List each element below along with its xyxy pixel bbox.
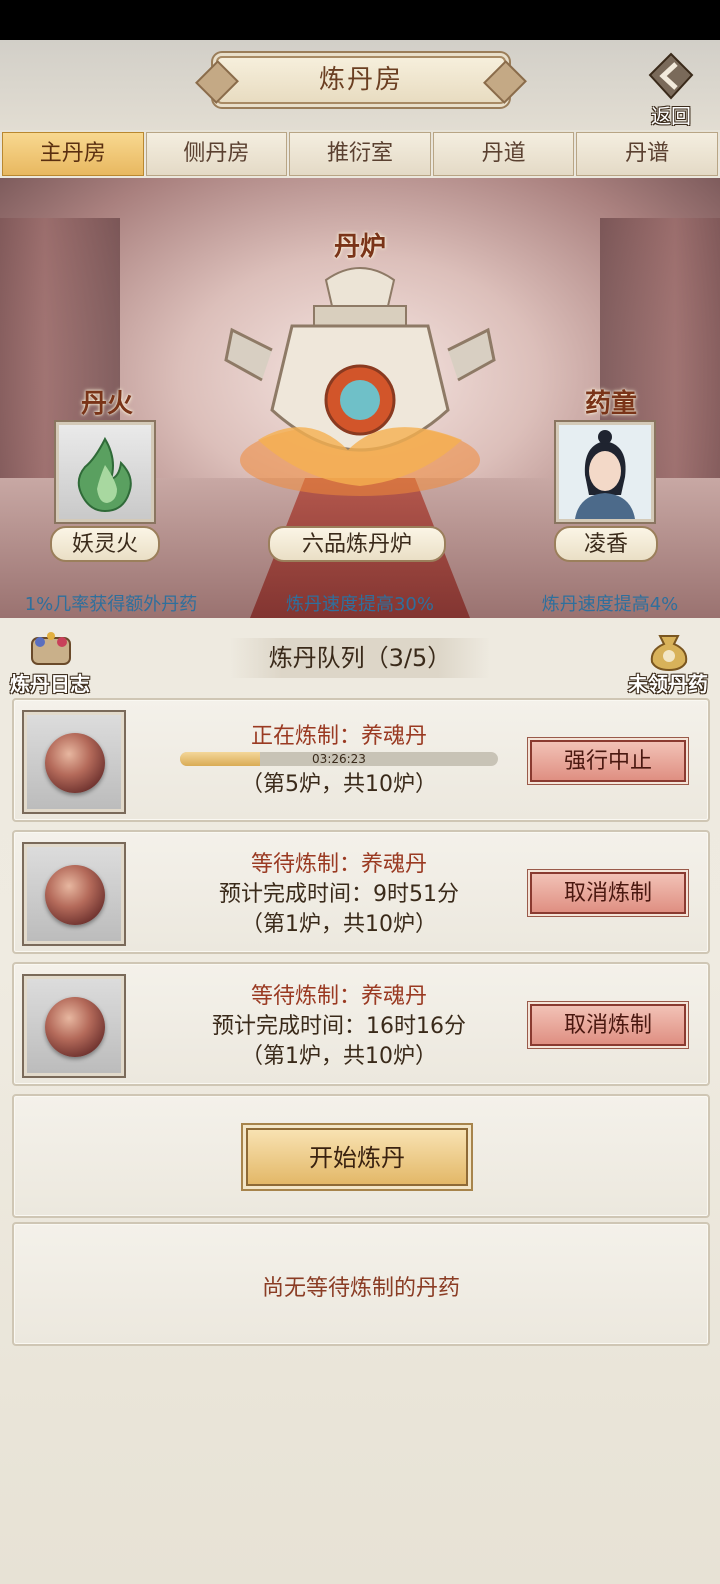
alchemy-log-button[interactable]: 炼丹日志 [2,624,98,696]
unclaimed-pills-label: 未领丹药 [628,672,708,696]
page-title: 炼丹房 [318,65,403,95]
back-label: 返回 [651,104,691,128]
cancel-refine-button[interactable]: 取消炼制 [530,872,686,914]
back-arrow-icon [648,52,694,100]
empty-queue-text: 尚无等待炼制的丹药 [261,1276,460,1301]
queue-item-count: （第5炉，共10炉） [241,772,437,797]
fire-desc: 1%几率获得额外丹药 [24,594,198,615]
status-bar [0,0,720,40]
pill-slot[interactable] [24,976,124,1076]
header: 炼丹房 返回 [0,40,720,130]
tab-dan-dao[interactable]: 丹道 [432,132,575,176]
pill-slot[interactable] [24,844,124,944]
queue-item-info: 等待炼制：养魂丹 预计完成时间：9时51分 （第1炉，共10炉） [144,850,534,940]
queue-title: 炼丹队列（3/5） [230,638,490,678]
queue-header: 炼丹日志 炼丹队列（3/5） 未领丹药 [0,624,720,696]
start-alchemy-button[interactable]: 开始炼丹 [246,1128,468,1186]
fire-slot[interactable] [56,422,154,522]
alchemy-room-screen: 炼丹房 返回 主丹房 侧丹房 推衍室 丹道 丹谱 丹炉 六品炼丹炉 炼丹速度提高… [0,40,720,1584]
tab-bar: 主丹房 侧丹房 推衍室 丹道 丹谱 [0,132,720,176]
boy-name-plate[interactable]: 凌香 [554,526,658,562]
soul-nourishing-pill-icon [45,997,105,1057]
furnace-icon[interactable] [218,260,502,510]
queue-item-eta: 预计完成时间：9时51分 [219,882,459,907]
furnace-tag: 丹炉 [333,232,386,262]
scroll-log-icon [31,632,71,665]
soul-nourishing-pill-icon [45,733,105,793]
cancel-refine-button[interactable]: 取消炼制 [530,1004,686,1046]
queue-item-waiting: 等待炼制：养魂丹 预计完成时间：16时16分 （第1炉，共10炉） 取消炼制 [12,962,710,1086]
furnace-scene: 丹炉 六品炼丹炉 炼丹速度提高30% 丹火 妖灵火 1%几率获得额外丹药 药童 [0,178,720,618]
back-button[interactable]: 返回 [636,50,706,128]
queue-item-active: 正在炼制：养魂丹 03:26:23 （第5炉，共10炉） 强行中止 [12,698,710,822]
queue-item-status: 等待炼制：养魂丹 [250,852,427,877]
progress-timer: 03:26:23 [312,752,366,766]
tab-main-room[interactable]: 主丹房 [2,132,144,176]
empty-queue-card: 尚无等待炼制的丹药 [12,1222,710,1346]
green-fire-icon [77,436,132,513]
fire-name-plate[interactable]: 妖灵火 [50,526,160,562]
boy-desc: 炼丹速度提高4% [541,594,679,615]
queue-item-waiting: 等待炼制：养魂丹 预计完成时间：9时51分 （第1炉，共10炉） 取消炼制 [12,830,710,954]
alchemy-log-label: 炼丹日志 [10,672,90,696]
pill-bag-icon [650,635,688,672]
title-plate: 炼丹房 [216,56,506,104]
queue-item-eta: 预计完成时间：16时16分 [212,1014,466,1039]
queue-item-count: （第1炉，共10炉） [241,1044,437,1069]
tab-deduction-room[interactable]: 推衍室 [289,132,431,176]
queue-item-status: 正在炼制：养魂丹 [250,724,427,749]
boy-tag: 药童 [584,389,637,419]
queue-item-info: 等待炼制：养魂丹 预计完成时间：16时16分 （第1炉，共10炉） [144,982,534,1072]
furnace-desc: 炼丹速度提高30% [285,594,434,615]
queue-item-status: 等待炼制：养魂丹 [250,984,427,1009]
pill-slot[interactable] [24,712,124,812]
soul-nourishing-pill-icon [45,865,105,925]
furnace-name-plate[interactable]: 六品炼丹炉 [268,526,446,562]
tab-recipes[interactable]: 丹谱 [576,132,718,176]
unclaimed-pills-button[interactable]: 未领丹药 [620,624,716,696]
boy-slot[interactable] [556,422,654,522]
character-portrait-icon [559,425,651,519]
queue-item-count: （第1炉，共10炉） [241,912,437,937]
fire-tag: 丹火 [80,389,133,419]
force-stop-button[interactable]: 强行中止 [530,740,686,782]
tab-side-room[interactable]: 侧丹房 [145,132,288,176]
queue-item-info: 正在炼制：养魂丹 03:26:23 （第5炉，共10炉） [144,722,534,800]
refine-progress-bar: 03:26:23 [180,752,498,766]
start-card: 开始炼丹 [12,1094,710,1218]
